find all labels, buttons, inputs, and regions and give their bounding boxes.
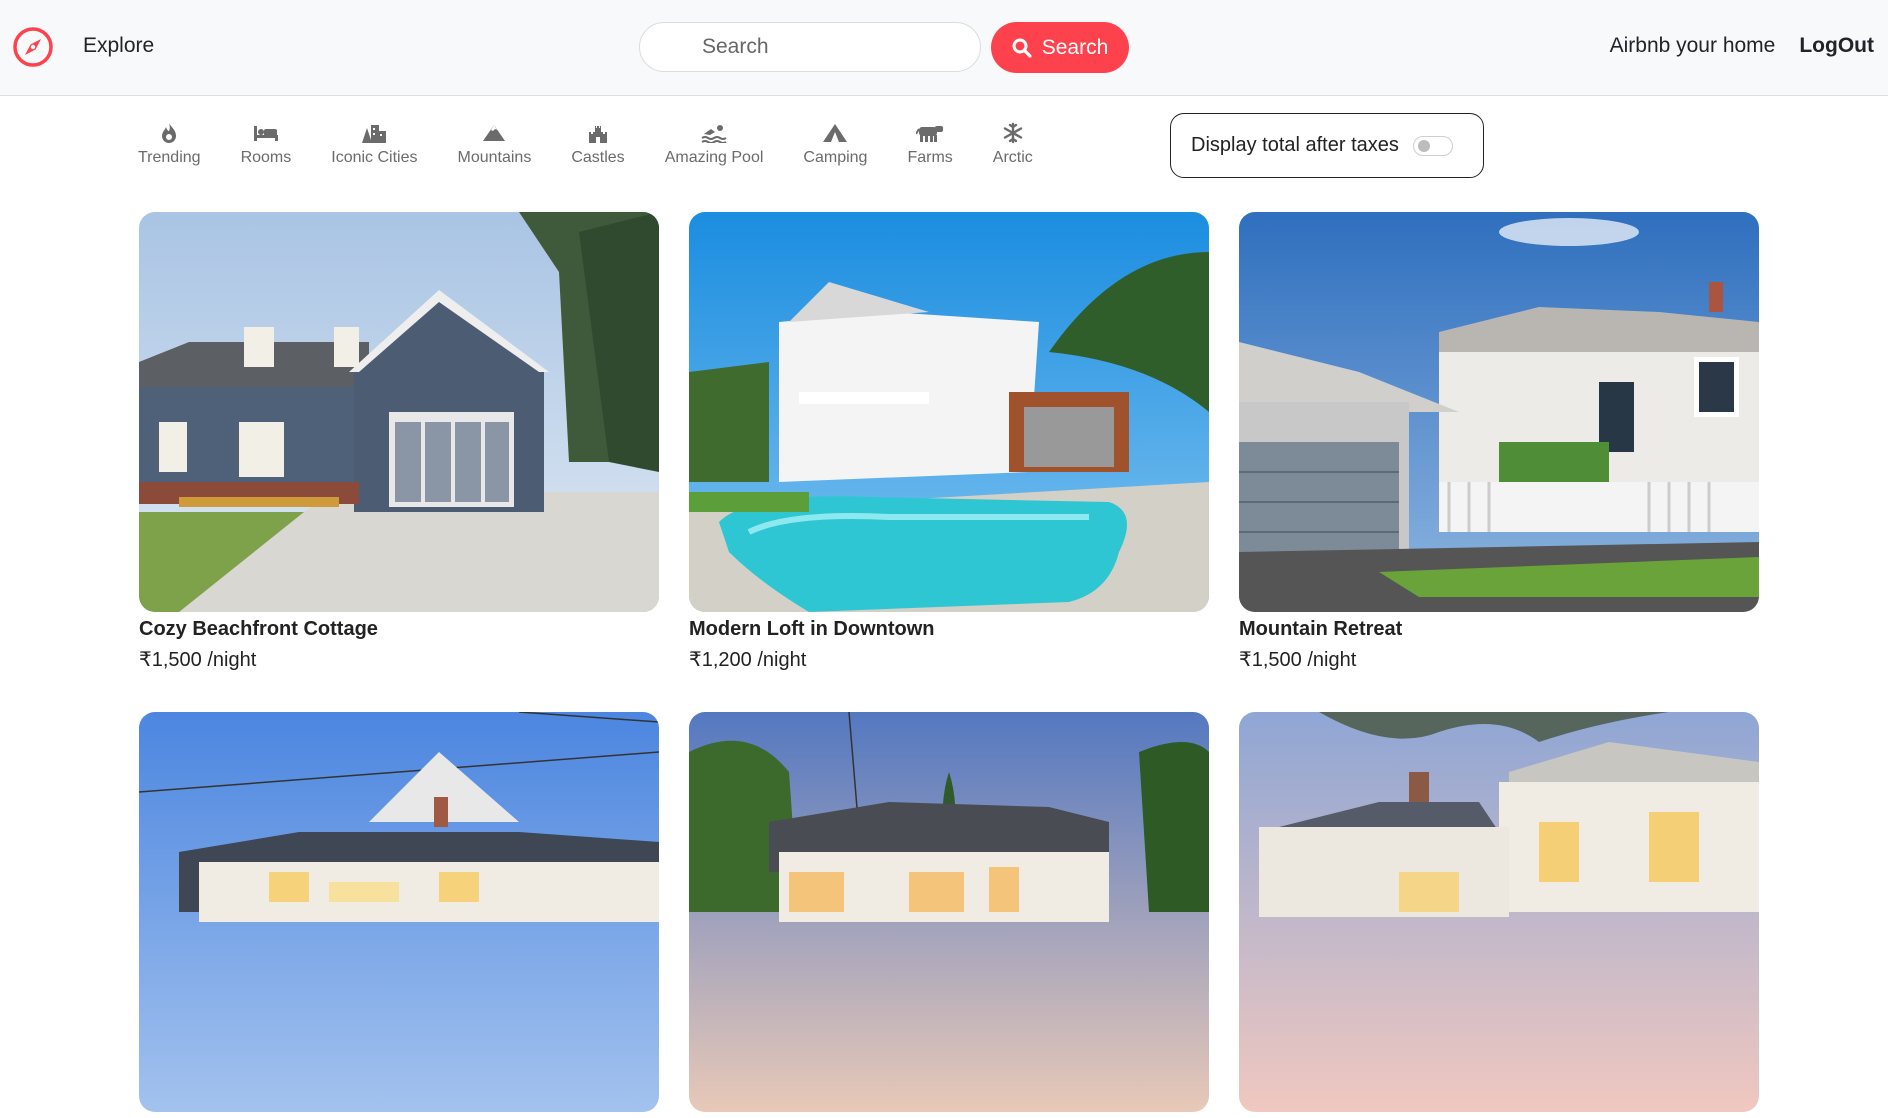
swimmer-icon xyxy=(701,119,727,147)
listing-card[interactable] xyxy=(1239,712,1759,1118)
filter-rooms[interactable]: Rooms xyxy=(240,119,292,167)
search-box xyxy=(639,22,981,72)
filter-trending[interactable]: Trending xyxy=(138,119,201,167)
listing-photo[interactable] xyxy=(689,712,1209,1112)
listing-price: ₹1,500 /night xyxy=(139,649,257,671)
tax-toggle-label: Display total after taxes xyxy=(1191,134,1399,156)
listing-card[interactable]: Mountain Retreat ₹1,500 /night xyxy=(1239,212,1759,672)
listing-card[interactable]: Cozy Beachfront Cottage ₹1,500 /night xyxy=(139,212,659,672)
search-button[interactable]: Search xyxy=(991,22,1129,73)
filter-label: Farms xyxy=(907,149,953,166)
filter-farms[interactable]: Farms xyxy=(907,119,953,167)
listing-price: ₹1,500 /night xyxy=(1239,649,1357,671)
fire-icon xyxy=(160,119,178,147)
search-input[interactable] xyxy=(700,34,964,60)
search-icon xyxy=(1012,38,1032,58)
filter-label: Camping xyxy=(803,149,868,166)
filter-arctic[interactable]: Arctic xyxy=(993,119,1033,167)
city-icon xyxy=(361,119,387,147)
listing-title: Mountain Retreat xyxy=(1239,618,1403,640)
navbar: Explore Search Airbnb your home LogOut xyxy=(0,0,1888,96)
filter-label: Amazing Pool xyxy=(664,149,764,166)
snowflake-icon xyxy=(1003,119,1023,147)
listing-card[interactable] xyxy=(689,712,1209,1118)
filter-label: Trending xyxy=(138,149,201,166)
filter-iconic-cities[interactable]: Iconic Cities xyxy=(331,119,418,167)
filter-camping[interactable]: Camping xyxy=(803,119,867,167)
listing-photo[interactable] xyxy=(139,212,659,612)
filter-label: Iconic Cities xyxy=(331,149,418,166)
bed-icon xyxy=(253,119,279,147)
filter-label: Rooms xyxy=(240,149,292,166)
filter-label: Mountains xyxy=(457,149,532,166)
listing-card[interactable]: Modern Loft in Downtown ₹1,200 /night xyxy=(689,212,1209,672)
listing-photo[interactable] xyxy=(139,712,659,1112)
listing-photo[interactable] xyxy=(1239,212,1759,612)
listing-price: ₹1,200 /night xyxy=(689,649,807,671)
tent-icon xyxy=(822,119,848,147)
filter-castles[interactable]: Castles xyxy=(571,119,625,167)
nav-right: Airbnb your home LogOut xyxy=(1610,34,1874,58)
listing-photo[interactable] xyxy=(689,212,1209,612)
filter-bar: Trending Rooms Iconic Cities Mountains C… xyxy=(138,119,1073,167)
tax-toggle-switch[interactable] xyxy=(1412,135,1453,156)
logout-link[interactable]: LogOut xyxy=(1799,34,1874,58)
castle-icon xyxy=(587,119,609,147)
listing-title: Modern Loft in Downtown xyxy=(689,618,935,640)
filter-mountains[interactable]: Mountains xyxy=(457,119,532,167)
explore-link[interactable]: Explore xyxy=(83,34,154,58)
listing-photo[interactable] xyxy=(1239,712,1759,1112)
listing-card[interactable] xyxy=(139,712,659,1118)
filter-label: Arctic xyxy=(992,149,1033,166)
cow-icon xyxy=(916,119,944,147)
listing-title: Cozy Beachfront Cottage xyxy=(139,618,378,640)
filter-amazing-pool[interactable]: Amazing Pool xyxy=(664,119,764,167)
tax-toggle: Display total after taxes xyxy=(1170,113,1484,178)
airbnb-your-home-link[interactable]: Airbnb your home xyxy=(1610,34,1776,58)
mountain-icon xyxy=(482,119,506,147)
search-button-label: Search xyxy=(1041,35,1109,59)
filter-label: Castles xyxy=(571,149,625,166)
compass-icon[interactable] xyxy=(12,26,54,68)
